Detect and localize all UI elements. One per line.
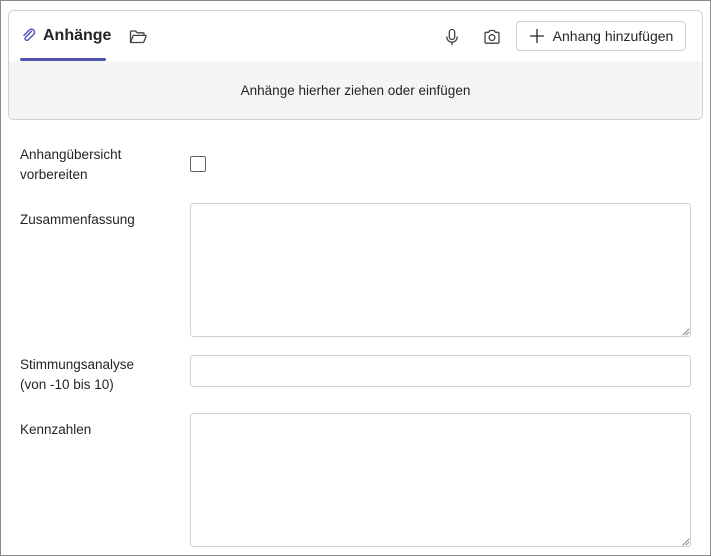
tab-attachments[interactable]: Anhänge	[21, 11, 111, 61]
add-attachment-button[interactable]: Anhang hinzufügen	[516, 21, 686, 51]
overview-checkbox[interactable]	[190, 156, 206, 172]
attachment-form-panel: Anhänge Anhang hinzufügen Anhänge hierhe…	[0, 0, 711, 556]
tab-attachments-label: Anhänge	[43, 27, 112, 44]
summary-textarea[interactable]	[190, 203, 691, 337]
folder-open-icon[interactable]	[127, 26, 149, 48]
sentiment-label-line1: Stimmungsanalyse	[20, 357, 135, 372]
plus-icon	[529, 28, 545, 44]
sentiment-label: Stimmungsanalyse (von -10 bis 10)	[20, 355, 134, 395]
summary-label: Zusammenfassung	[20, 212, 135, 227]
metrics-textarea[interactable]	[190, 413, 691, 547]
overview-label-line2: vorbereiten	[20, 167, 88, 182]
microphone-icon[interactable]	[441, 26, 463, 48]
paperclip-icon	[21, 28, 37, 44]
attachments-header: Anhänge Anhang hinzufügen	[9, 11, 702, 61]
sentiment-input[interactable]	[190, 355, 691, 387]
attachments-card: Anhänge Anhang hinzufügen Anhänge hierhe…	[8, 10, 703, 120]
sentiment-label-line2: (von -10 bis 10)	[20, 377, 114, 392]
overview-label-line1: Anhangübersicht	[20, 147, 122, 162]
drop-zone-hint: Anhänge hierher ziehen oder einfügen	[240, 82, 471, 98]
attachment-drop-zone[interactable]: Anhänge hierher ziehen oder einfügen	[9, 61, 702, 119]
add-attachment-button-label: Anhang hinzufügen	[552, 28, 674, 44]
camera-icon[interactable]	[481, 26, 503, 48]
summary-resize-grip-icon[interactable]	[680, 326, 690, 336]
metrics-label: Kennzahlen	[20, 422, 92, 437]
overview-label: Anhangübersicht vorbereiten	[20, 145, 121, 185]
metrics-resize-grip-icon[interactable]	[680, 536, 690, 546]
